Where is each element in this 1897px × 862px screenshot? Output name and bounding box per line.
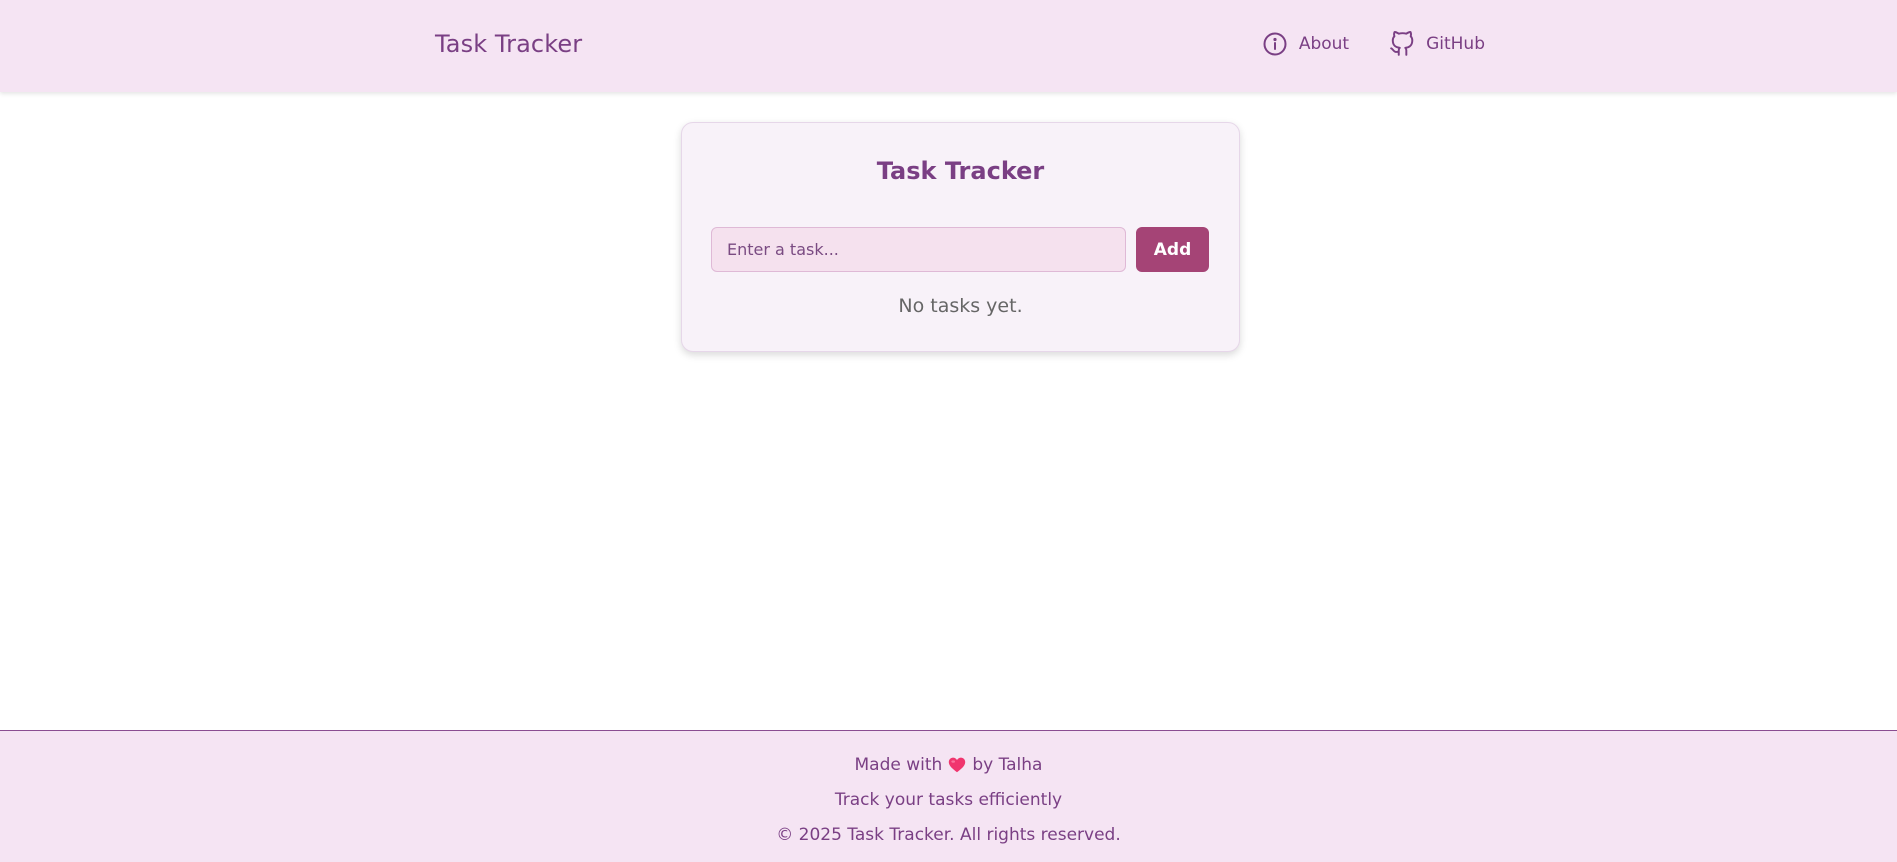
- made-with-line: Made with by Talha: [0, 755, 1897, 775]
- heart-icon: [949, 757, 966, 773]
- footer: Made with by Talha Track your tasks effi…: [0, 730, 1897, 862]
- task-card: Task Tracker Add No tasks yet.: [681, 122, 1240, 352]
- card-title: Task Tracker: [876, 157, 1045, 185]
- empty-state-message: No tasks yet.: [898, 295, 1023, 317]
- brand-title[interactable]: Task Tracker: [435, 30, 582, 58]
- footer-copyright: © 2025 Task Tracker. All rights reserved…: [776, 825, 1121, 845]
- made-with-suffix: by Talha: [972, 755, 1043, 775]
- nav-github-link[interactable]: GitHub: [1389, 31, 1485, 57]
- github-icon: [1389, 31, 1415, 57]
- top-navbar: Task Tracker About GitHub: [0, 0, 1897, 92]
- made-with-prefix: Made with: [854, 755, 943, 775]
- info-circle-icon: [1262, 31, 1288, 57]
- nav-github-label: GitHub: [1426, 34, 1485, 54]
- nav-about-link[interactable]: About: [1262, 31, 1349, 57]
- add-task-button[interactable]: Add: [1136, 227, 1209, 272]
- footer-tagline: Track your tasks efficiently: [834, 790, 1063, 810]
- task-input[interactable]: [711, 227, 1126, 272]
- page: Task Tracker About GitHub Task Tracker E…: [0, 0, 1897, 862]
- nav-about-label: About: [1298, 34, 1350, 54]
- top-nav: About GitHub: [1262, 31, 1485, 57]
